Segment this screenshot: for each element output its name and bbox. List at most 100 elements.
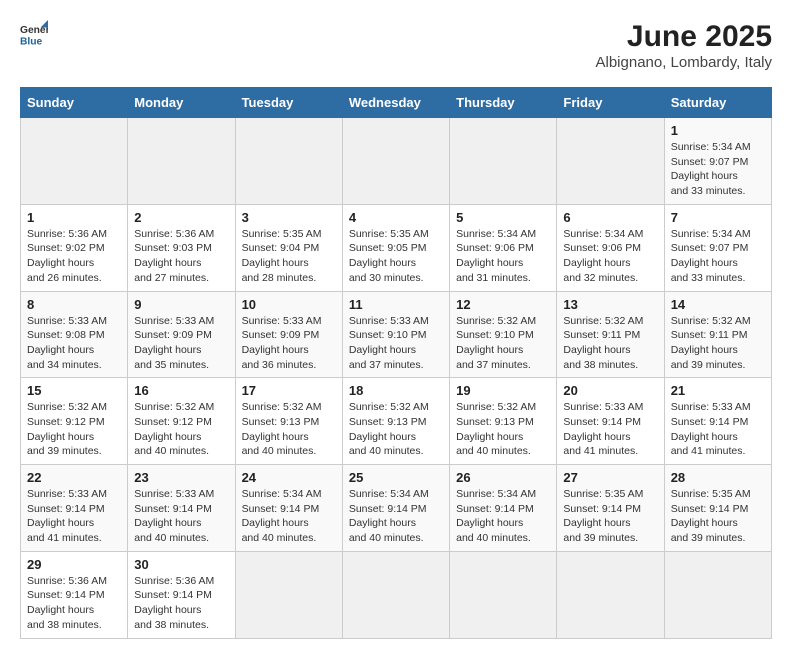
day-number: 26 bbox=[456, 470, 550, 485]
day-info: Sunrise: 5:33 AM Sunset: 9:14 PM Dayligh… bbox=[563, 400, 657, 459]
calendar-cell: 6 Sunrise: 5:34 AM Sunset: 9:06 PM Dayli… bbox=[557, 204, 664, 291]
day-number: 1 bbox=[671, 123, 765, 138]
calendar-cell: 27 Sunrise: 5:35 AM Sunset: 9:14 PM Dayl… bbox=[557, 465, 664, 552]
weekday-header: Thursday bbox=[450, 88, 557, 118]
calendar-table: SundayMondayTuesdayWednesdayThursdayFrid… bbox=[20, 87, 772, 639]
calendar-week-row: 1 Sunrise: 5:36 AM Sunset: 9:02 PM Dayli… bbox=[21, 204, 772, 291]
calendar-cell: 1 Sunrise: 5:34 AM Sunset: 9:07 PM Dayli… bbox=[664, 118, 771, 205]
calendar-cell: 7 Sunrise: 5:34 AM Sunset: 9:07 PM Dayli… bbox=[664, 204, 771, 291]
calendar-cell: 8 Sunrise: 5:33 AM Sunset: 9:08 PM Dayli… bbox=[21, 291, 128, 378]
day-number: 6 bbox=[563, 210, 657, 225]
calendar-cell bbox=[128, 118, 235, 205]
logo: General Blue bbox=[20, 20, 48, 48]
day-info: Sunrise: 5:32 AM Sunset: 9:13 PM Dayligh… bbox=[242, 400, 336, 459]
day-number: 25 bbox=[349, 470, 443, 485]
day-info: Sunrise: 5:32 AM Sunset: 9:13 PM Dayligh… bbox=[349, 400, 443, 459]
day-info: Sunrise: 5:33 AM Sunset: 9:14 PM Dayligh… bbox=[671, 400, 765, 459]
weekday-header-row: SundayMondayTuesdayWednesdayThursdayFrid… bbox=[21, 88, 772, 118]
day-info: Sunrise: 5:32 AM Sunset: 9:11 PM Dayligh… bbox=[563, 314, 657, 373]
calendar-cell bbox=[450, 551, 557, 638]
weekday-header: Friday bbox=[557, 88, 664, 118]
calendar-cell: 20 Sunrise: 5:33 AM Sunset: 9:14 PM Dayl… bbox=[557, 378, 664, 465]
day-info: Sunrise: 5:32 AM Sunset: 9:11 PM Dayligh… bbox=[671, 314, 765, 373]
calendar-cell: 21 Sunrise: 5:33 AM Sunset: 9:14 PM Dayl… bbox=[664, 378, 771, 465]
day-number: 13 bbox=[563, 297, 657, 312]
day-info: Sunrise: 5:34 AM Sunset: 9:06 PM Dayligh… bbox=[456, 227, 550, 286]
day-number: 19 bbox=[456, 383, 550, 398]
weekday-header: Tuesday bbox=[235, 88, 342, 118]
day-number: 3 bbox=[242, 210, 336, 225]
calendar-cell: 12 Sunrise: 5:32 AM Sunset: 9:10 PM Dayl… bbox=[450, 291, 557, 378]
calendar-cell: 13 Sunrise: 5:32 AM Sunset: 9:11 PM Dayl… bbox=[557, 291, 664, 378]
day-info: Sunrise: 5:33 AM Sunset: 9:10 PM Dayligh… bbox=[349, 314, 443, 373]
day-info: Sunrise: 5:32 AM Sunset: 9:13 PM Dayligh… bbox=[456, 400, 550, 459]
day-info: Sunrise: 5:36 AM Sunset: 9:03 PM Dayligh… bbox=[134, 227, 228, 286]
day-number: 24 bbox=[242, 470, 336, 485]
calendar-week-row: 8 Sunrise: 5:33 AM Sunset: 9:08 PM Dayli… bbox=[21, 291, 772, 378]
logo-icon: General Blue bbox=[20, 20, 48, 48]
calendar-cell: 16 Sunrise: 5:32 AM Sunset: 9:12 PM Dayl… bbox=[128, 378, 235, 465]
day-number: 9 bbox=[134, 297, 228, 312]
day-number: 5 bbox=[456, 210, 550, 225]
day-number: 14 bbox=[671, 297, 765, 312]
day-info: Sunrise: 5:34 AM Sunset: 9:14 PM Dayligh… bbox=[242, 487, 336, 546]
calendar-cell: 24 Sunrise: 5:34 AM Sunset: 9:14 PM Dayl… bbox=[235, 465, 342, 552]
day-number: 17 bbox=[242, 383, 336, 398]
calendar-cell bbox=[450, 118, 557, 205]
day-number: 11 bbox=[349, 297, 443, 312]
page-title: June 2025 bbox=[596, 20, 773, 54]
calendar-cell bbox=[557, 551, 664, 638]
calendar-cell: 23 Sunrise: 5:33 AM Sunset: 9:14 PM Dayl… bbox=[128, 465, 235, 552]
page-subtitle: Albignano, Lombardy, Italy bbox=[596, 54, 773, 71]
calendar-week-row: 29 Sunrise: 5:36 AM Sunset: 9:14 PM Dayl… bbox=[21, 551, 772, 638]
day-number: 1 bbox=[27, 210, 121, 225]
day-number: 16 bbox=[134, 383, 228, 398]
day-info: Sunrise: 5:35 AM Sunset: 9:14 PM Dayligh… bbox=[671, 487, 765, 546]
calendar-cell: 22 Sunrise: 5:33 AM Sunset: 9:14 PM Dayl… bbox=[21, 465, 128, 552]
svg-text:Blue: Blue bbox=[20, 36, 43, 47]
day-info: Sunrise: 5:35 AM Sunset: 9:05 PM Dayligh… bbox=[349, 227, 443, 286]
day-number: 29 bbox=[27, 557, 121, 572]
day-info: Sunrise: 5:34 AM Sunset: 9:14 PM Dayligh… bbox=[456, 487, 550, 546]
day-info: Sunrise: 5:33 AM Sunset: 9:09 PM Dayligh… bbox=[134, 314, 228, 373]
calendar-cell: 11 Sunrise: 5:33 AM Sunset: 9:10 PM Dayl… bbox=[342, 291, 449, 378]
day-number: 20 bbox=[563, 383, 657, 398]
day-number: 28 bbox=[671, 470, 765, 485]
day-info: Sunrise: 5:36 AM Sunset: 9:02 PM Dayligh… bbox=[27, 227, 121, 286]
calendar-cell bbox=[342, 118, 449, 205]
calendar-cell bbox=[21, 118, 128, 205]
calendar-cell: 1 Sunrise: 5:36 AM Sunset: 9:02 PM Dayli… bbox=[21, 204, 128, 291]
calendar-cell: 9 Sunrise: 5:33 AM Sunset: 9:09 PM Dayli… bbox=[128, 291, 235, 378]
calendar-cell: 2 Sunrise: 5:36 AM Sunset: 9:03 PM Dayli… bbox=[128, 204, 235, 291]
weekday-header: Sunday bbox=[21, 88, 128, 118]
day-number: 15 bbox=[27, 383, 121, 398]
calendar-cell bbox=[235, 118, 342, 205]
day-info: Sunrise: 5:34 AM Sunset: 9:07 PM Dayligh… bbox=[671, 140, 765, 199]
calendar-cell bbox=[557, 118, 664, 205]
day-number: 10 bbox=[242, 297, 336, 312]
weekday-header: Monday bbox=[128, 88, 235, 118]
calendar-cell bbox=[664, 551, 771, 638]
day-number: 2 bbox=[134, 210, 228, 225]
day-info: Sunrise: 5:33 AM Sunset: 9:08 PM Dayligh… bbox=[27, 314, 121, 373]
weekday-header: Saturday bbox=[664, 88, 771, 118]
day-info: Sunrise: 5:33 AM Sunset: 9:14 PM Dayligh… bbox=[27, 487, 121, 546]
calendar-cell: 19 Sunrise: 5:32 AM Sunset: 9:13 PM Dayl… bbox=[450, 378, 557, 465]
calendar-cell: 10 Sunrise: 5:33 AM Sunset: 9:09 PM Dayl… bbox=[235, 291, 342, 378]
calendar-week-row: 1 Sunrise: 5:34 AM Sunset: 9:07 PM Dayli… bbox=[21, 118, 772, 205]
day-info: Sunrise: 5:36 AM Sunset: 9:14 PM Dayligh… bbox=[134, 574, 228, 633]
calendar-cell: 26 Sunrise: 5:34 AM Sunset: 9:14 PM Dayl… bbox=[450, 465, 557, 552]
calendar-week-row: 15 Sunrise: 5:32 AM Sunset: 9:12 PM Dayl… bbox=[21, 378, 772, 465]
weekday-header: Wednesday bbox=[342, 88, 449, 118]
calendar-cell: 15 Sunrise: 5:32 AM Sunset: 9:12 PM Dayl… bbox=[21, 378, 128, 465]
day-number: 7 bbox=[671, 210, 765, 225]
day-info: Sunrise: 5:33 AM Sunset: 9:09 PM Dayligh… bbox=[242, 314, 336, 373]
day-info: Sunrise: 5:34 AM Sunset: 9:06 PM Dayligh… bbox=[563, 227, 657, 286]
calendar-cell: 28 Sunrise: 5:35 AM Sunset: 9:14 PM Dayl… bbox=[664, 465, 771, 552]
day-info: Sunrise: 5:32 AM Sunset: 9:10 PM Dayligh… bbox=[456, 314, 550, 373]
day-info: Sunrise: 5:32 AM Sunset: 9:12 PM Dayligh… bbox=[134, 400, 228, 459]
calendar-cell bbox=[342, 551, 449, 638]
day-number: 4 bbox=[349, 210, 443, 225]
calendar-cell: 14 Sunrise: 5:32 AM Sunset: 9:11 PM Dayl… bbox=[664, 291, 771, 378]
calendar-cell: 5 Sunrise: 5:34 AM Sunset: 9:06 PM Dayli… bbox=[450, 204, 557, 291]
